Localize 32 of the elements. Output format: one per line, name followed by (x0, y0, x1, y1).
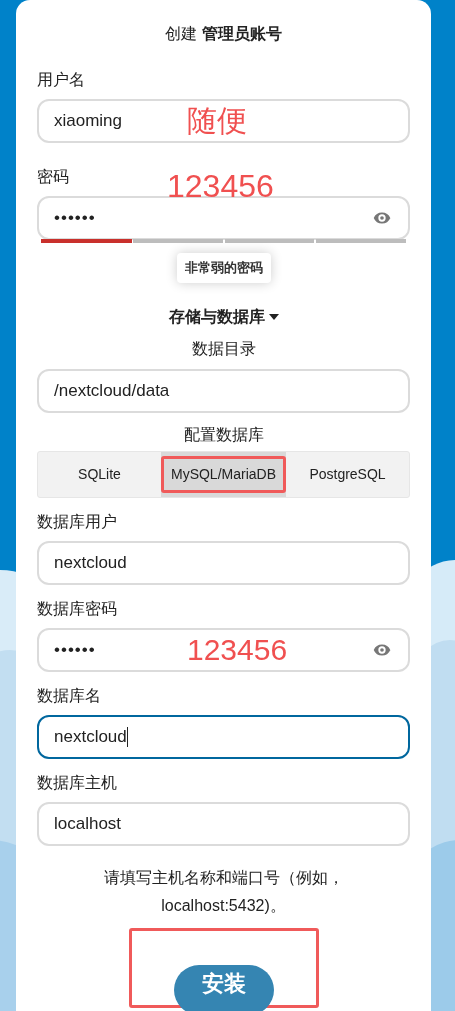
field-label: 数据库密码 (37, 599, 117, 617)
database-tab[interactable]: PostgreSQL (286, 451, 409, 497)
field-label: 配置数据库 (183, 425, 264, 443)
text-cursor (126, 726, 128, 747)
field-value: nextcloud (54, 725, 127, 748)
install-button[interactable]: 安装 (173, 964, 274, 1011)
database-tab[interactable]: SQLite (38, 451, 161, 497)
field-value: •••••• (54, 638, 96, 661)
hint-text: localhost:5432)。 (161, 895, 286, 916)
field-label: 数据库主机 (37, 773, 117, 791)
storage-toggle[interactable]: 存储与数据库 (168, 304, 279, 329)
caret-icon (268, 313, 279, 320)
handwritten-note: 123456 (187, 634, 288, 665)
field-label: 数据目录 (191, 339, 256, 357)
field-value: /nextcloud/data (54, 379, 170, 402)
input-field[interactable]: nextcloud (37, 540, 410, 585)
hint-text: 请填写主机名称和端口号（例如， (103, 867, 344, 888)
field-value: localhost (54, 812, 122, 835)
password-field[interactable]: •••••• (37, 196, 410, 240)
strength-tooltip: 非常弱的密码 (176, 253, 271, 283)
card-title: 创建 管理员账号 (165, 25, 282, 42)
field-value: •••••• (54, 207, 96, 230)
input-field[interactable]: nextcloud (37, 714, 410, 759)
input-field[interactable]: /nextcloud/data (37, 368, 410, 413)
field-label: 密码 (37, 168, 69, 185)
field-value: xiaoming (54, 110, 123, 133)
handwritten-note: 随便 (187, 106, 247, 136)
input-field[interactable]: localhost (37, 801, 410, 846)
field-label: 用户名 (37, 71, 85, 88)
field-label: 数据库名 (37, 686, 101, 704)
field-label: 数据库用户 (37, 512, 117, 530)
field-value: nextcloud (54, 551, 127, 574)
